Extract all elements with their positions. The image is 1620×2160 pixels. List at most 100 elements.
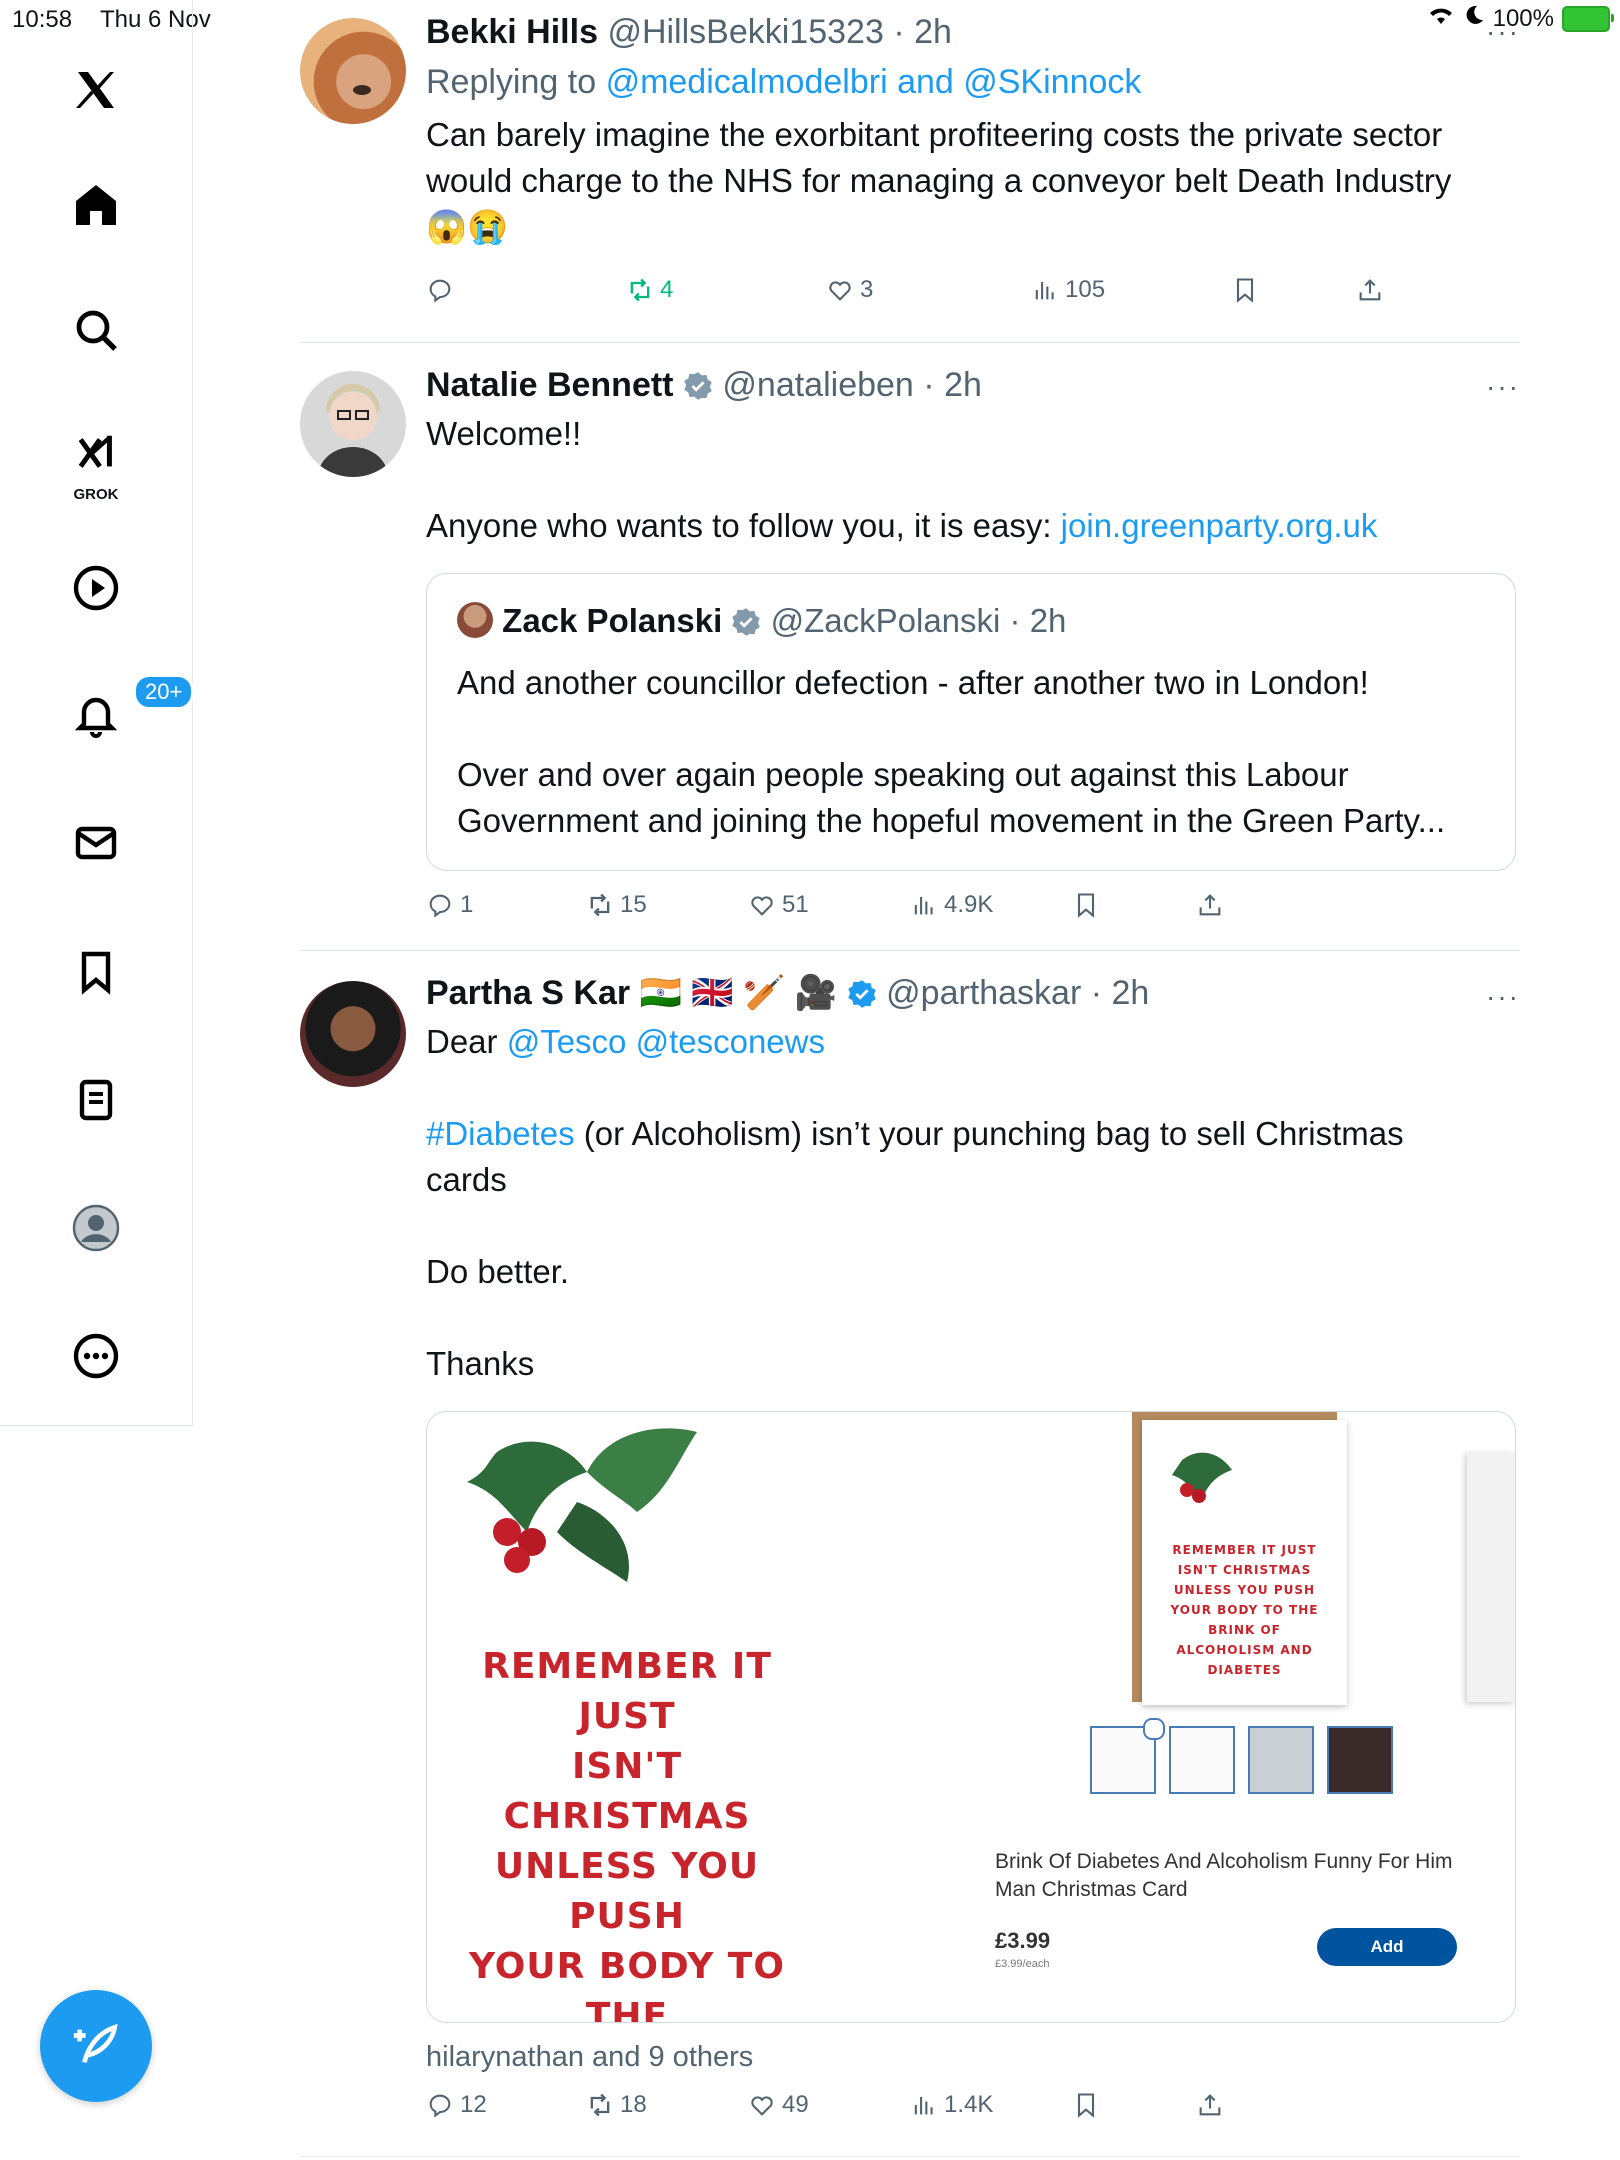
hashtag-link[interactable]: #Diabetes	[426, 1115, 575, 1152]
share-button[interactable]	[1196, 891, 1224, 919]
tweet-media[interactable]: REMEMBER IT JUST ISN'T CHRISTMAS UNLESS …	[426, 1411, 1516, 2023]
thumbnail[interactable]	[1248, 1726, 1314, 1794]
retweet-icon	[590, 893, 610, 917]
retweet-icon	[590, 2093, 610, 2117]
grok-icon[interactable]: GROK	[48, 415, 144, 505]
messages-icon[interactable]	[48, 803, 144, 883]
author-name[interactable]: Partha S Kar	[426, 974, 630, 1012]
card-line: REMEMBER IT JUST	[482, 1646, 772, 1737]
author-handle[interactable]: @HillsBekki15323	[607, 13, 883, 51]
sidebar: GROK 20+	[0, 0, 195, 1426]
share-button[interactable]	[1196, 2091, 1224, 2119]
search-icon[interactable]	[48, 290, 144, 370]
tweet-time: · 2h	[923, 366, 982, 404]
tweet-divider	[300, 2156, 1520, 2157]
quote-author-name[interactable]: Zack Polanski	[502, 602, 722, 639]
product-title: Brink Of Diabetes And Alcoholism Funny F…	[995, 1850, 1453, 1901]
share-icon	[1359, 279, 1381, 301]
replying-prefix: Replying to	[426, 63, 597, 101]
retweet-button[interactable]: 18	[586, 2091, 647, 2119]
replying-to-links[interactable]: @medicalmodelbri and @SKinnock	[606, 63, 1142, 101]
reply-button[interactable]: 12	[426, 2091, 487, 2119]
replying-to: Replying to @medicalmodelbri and @SKinno…	[426, 60, 1520, 104]
views-button[interactable]: 4.9K	[910, 891, 993, 919]
card-line: ISN'T CHRISTMAS	[503, 1746, 751, 1837]
add-to-basket-button[interactable]: Add	[1317, 1928, 1457, 1966]
retweet-count: 4	[660, 276, 674, 303]
share-icon	[1199, 894, 1221, 916]
avatar[interactable]	[300, 18, 406, 124]
bookmark-button[interactable]	[1231, 276, 1259, 304]
retweet-button[interactable]: 4	[626, 276, 673, 304]
tweet-text-line2: Anyone who wants to follow you, it is ea…	[426, 503, 1520, 549]
profile-icon[interactable]	[48, 1188, 144, 1268]
card-line: ALCOHOLISM AND	[1176, 1643, 1313, 1657]
thumbnail[interactable]	[1327, 1726, 1393, 1794]
reply-icon	[429, 2094, 451, 2118]
x-logo-icon[interactable]	[48, 50, 144, 130]
like-button[interactable]: 51	[748, 891, 809, 919]
christmas-card-image[interactable]: REMEMBER IT JUST ISN'T CHRISTMAS UNLESS …	[427, 1412, 907, 2022]
reply-icon	[429, 894, 451, 918]
bookmark-button[interactable]	[1072, 891, 1100, 919]
author-flags: 🇮🇳 🇬🇧 🏏 🎥	[639, 974, 838, 1012]
bookmark-icon	[1077, 893, 1095, 918]
views-count: 1.4K	[944, 2091, 994, 2118]
tweet-divider	[300, 342, 1520, 343]
author-name[interactable]: Bekki Hills	[426, 13, 598, 51]
grok-label: GROK	[73, 486, 119, 503]
card-message: REMEMBER IT JUST ISN'T CHRISTMAS UNLESS …	[467, 1642, 787, 2023]
views-button[interactable]: 1.4K	[910, 2091, 993, 2119]
views-count: 4.9K	[944, 891, 994, 918]
tweet-emojis: 😱😭	[426, 208, 509, 245]
dear-text: Dear	[426, 1023, 498, 1060]
share-button[interactable]	[1356, 276, 1384, 304]
author-handle[interactable]: @natalieben	[722, 366, 913, 404]
product-price-each: £3.99/each	[995, 1958, 1050, 1970]
views-icon	[914, 2096, 933, 2115]
bookmarks-icon[interactable]	[48, 932, 144, 1012]
author-handle[interactable]: @parthaskar	[886, 974, 1081, 1012]
quote-time: · 2h	[1009, 602, 1067, 639]
next-image-edge	[1467, 1452, 1515, 1702]
product-listing-image[interactable]: REMEMBER IT JUST ISN'T CHRISTMAS UNLESS …	[907, 1412, 1515, 2022]
card-line: DIABETES	[1207, 1663, 1282, 1677]
tweet-text-do-better: Do better.	[426, 1253, 570, 1290]
reply-button[interactable]: 1	[426, 891, 473, 919]
avatar[interactable]	[300, 371, 406, 477]
share-icon	[1199, 2094, 1221, 2116]
avatar[interactable]	[300, 981, 406, 1087]
retweet-count: 18	[620, 2091, 647, 2118]
tweet-header: Partha S Kar 🇮🇳 🇬🇧 🏏 🎥 @parthaskar · 2h	[426, 971, 1520, 1015]
retweet-count: 15	[620, 891, 647, 918]
card-line: YOUR BODY TO THE	[469, 1946, 785, 2023]
more-icon[interactable]: ···	[1486, 371, 1520, 403]
tweet-header: Bekki Hills @HillsBekki15323 · 2h	[426, 10, 1520, 54]
notifications-bell-icon[interactable]: 20+	[48, 674, 195, 754]
tweet-greeting: Dear @Tesco @tesconews	[426, 1019, 1520, 1065]
liked-by-text[interactable]: hilarynathan and 9 others	[426, 2041, 753, 2074]
quoted-tweet[interactable]: Zack Polanski @ZackPolanski · 2h And ano…	[426, 573, 1516, 871]
selected-check-icon	[1143, 1718, 1165, 1740]
author-name[interactable]: Natalie Bennett	[426, 366, 674, 404]
more-icon[interactable]: ···	[1486, 16, 1520, 48]
compose-feather-icon	[73, 2023, 118, 2063]
card-line: BRINK OF	[1208, 1623, 1281, 1637]
reply-button[interactable]	[426, 276, 460, 304]
like-button[interactable]: 3	[826, 276, 873, 304]
quote-author-handle[interactable]: @ZackPolanski	[771, 602, 1001, 639]
avatar[interactable]	[457, 602, 493, 638]
views-button[interactable]: 105	[1031, 276, 1105, 304]
mention-links[interactable]: @Tesco @tesconews	[507, 1023, 825, 1060]
more-icon[interactable]: ···	[1486, 981, 1520, 1013]
bookmark-button[interactable]	[1072, 2091, 1100, 2119]
lists-icon[interactable]	[48, 1060, 144, 1140]
home-icon[interactable]	[48, 165, 144, 245]
like-button[interactable]: 49	[748, 2091, 809, 2119]
compose-post-button[interactable]	[40, 1990, 152, 2102]
retweet-button[interactable]: 15	[586, 891, 647, 919]
more-options-icon[interactable]	[48, 1316, 144, 1396]
video-icon[interactable]	[48, 548, 144, 628]
greenparty-link[interactable]: join.greenparty.org.uk	[1061, 507, 1378, 544]
thumbnail[interactable]	[1169, 1726, 1235, 1794]
